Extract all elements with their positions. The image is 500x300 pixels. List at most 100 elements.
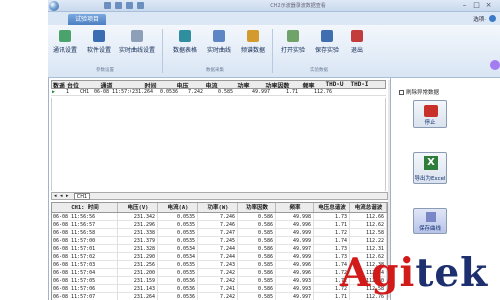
table-row[interactable]: 06-08 11:57:02 231.290 0.0534 7.244 0.586 49.… — [52, 253, 387, 261]
column-header[interactable]: 电压(V) — [118, 203, 158, 212]
row-cell: 0.0535 — [158, 269, 198, 276]
tab-experiment[interactable]: 试验项目 — [68, 14, 106, 25]
window-title: CH2示波器录波数据查看 — [270, 3, 326, 9]
row-cell: 0.585 — [238, 229, 276, 236]
column-header[interactable]: 电压 — [168, 81, 196, 88]
row-cell: 0.586 — [238, 245, 276, 252]
column-header[interactable]: THD-U — [322, 81, 346, 88]
data-table-button[interactable]: 数据表格 — [168, 30, 202, 54]
group-label-acquisition: 数据采集 — [206, 68, 224, 73]
column-header[interactable]: 台位 — [66, 81, 80, 88]
column-header[interactable]: 电流总谐波 — [350, 203, 387, 212]
column-header[interactable]: 频率 — [294, 81, 322, 88]
save-curve-button[interactable]: 保存曲线 — [413, 208, 447, 234]
exit-button[interactable]: 退出 — [340, 30, 374, 54]
ribbon-collapse-icon[interactable] — [490, 60, 500, 70]
row-cell: 231.143 — [118, 285, 158, 292]
row-cell: 7.242 — [198, 269, 238, 276]
table-row[interactable]: 06-08 11:56:57 231.296 0.0535 7.246 0.586 49.… — [52, 221, 387, 229]
open-experiment-button[interactable]: 打开实验 — [276, 30, 310, 54]
table-row[interactable]: 06-08 11:56:56 231.342 0.0535 7.246 0.586 49.… — [52, 213, 387, 221]
row-timestamp: 06-08 11:57:07 — [52, 293, 118, 300]
info-icon[interactable] — [489, 15, 496, 22]
column-header[interactable]: 功率因数 — [238, 203, 276, 212]
table-row[interactable]: 06-08 11:57:04 231.200 0.0535 7.242 0.586 49.… — [52, 269, 387, 277]
disk-icon — [321, 30, 333, 42]
row-cell: 0.586 — [238, 269, 276, 276]
table-row[interactable]: 06-08 11:56:58 231.338 0.0535 7.247 0.585 49.… — [52, 229, 387, 237]
group-label-experiment-data: 实验数据 — [310, 68, 328, 73]
column-header[interactable]: 功率因数 — [260, 81, 294, 88]
table-row[interactable]: 06-08 11:57:01 231.328 0.0534 7.244 0.586 49.… — [52, 245, 387, 253]
realtime-curve-button[interactable]: 实时曲线 — [202, 30, 236, 54]
table-row[interactable]: 06-08 11:57:06 231.143 0.0536 7.241 0.586 49.… — [52, 285, 387, 293]
ribbon-panel: 通讯设置 软件设置 实时曲线设置 数据表格 实时曲线 频谱数据 打开实验 保存实… — [48, 25, 500, 78]
column-header[interactable]: 通道 — [80, 81, 132, 88]
table-icon — [179, 30, 191, 42]
column-header[interactable]: 频率 — [276, 203, 314, 212]
row-cell: 49.996 — [276, 269, 314, 276]
spectrum-data-button[interactable]: 频谱数据 — [236, 30, 270, 54]
realtime-curve-settings-button[interactable]: 实时曲线设置 — [119, 30, 155, 54]
row-cell: 0.0535 — [158, 229, 198, 236]
exit-icon — [351, 30, 363, 42]
row-cell: 0.586 — [238, 213, 276, 220]
column-header[interactable]: CH1: 时间 — [52, 203, 118, 212]
stop-button[interactable]: 停止 — [413, 100, 447, 128]
remove-abnormal-checkbox[interactable]: 刷除异常数据 — [399, 88, 439, 96]
save-icon[interactable] — [104, 2, 111, 9]
column-header[interactable]: 时间 — [132, 81, 168, 88]
row-cell: 7.247 — [198, 229, 238, 236]
window-controls: – □ × — [461, 2, 492, 9]
row-cell: 1.73 — [314, 213, 350, 220]
row-cell: 49.993 — [276, 285, 314, 292]
group-separator — [272, 29, 273, 73]
table-row[interactable]: ▶ 1 CH1 06-08 11:57:08 231.264 0.0536 7.… — [51, 89, 386, 96]
row-cell: 1.71 — [314, 221, 350, 228]
row-cell: 7.241 — [198, 285, 238, 292]
tab-ch1[interactable]: CH1 — [74, 193, 90, 200]
print-icon[interactable] — [126, 2, 133, 9]
tab-first-icon[interactable]: ◂ — [54, 193, 57, 200]
column-header[interactable]: 数遥 — [52, 81, 66, 88]
table-row[interactable]: 06-08 11:57:00 231.379 0.0535 7.245 0.586 49.… — [52, 237, 387, 245]
tab-next-icon[interactable]: ▸ — [66, 193, 69, 200]
open-icon[interactable] — [115, 2, 122, 9]
minimize-icon[interactable]: – — [461, 2, 468, 9]
detail-table: CH1: 时间 电压(V) 电流(A) 功率(W) 功率因数 频率 电压总谐波 … — [51, 202, 388, 300]
column-header[interactable]: 功率 — [226, 81, 260, 88]
summary-empty-area — [51, 98, 386, 191]
column-header[interactable]: 电压总谐波 — [314, 203, 350, 212]
help-icon[interactable] — [137, 2, 144, 9]
row-cell: 7.242 — [198, 277, 238, 284]
row-indicator-icon: ▶ — [52, 89, 56, 95]
spectrum-icon — [247, 30, 259, 42]
maximize-icon[interactable]: □ — [473, 2, 480, 9]
export-excel-button[interactable]: X 导出为Excel — [413, 152, 447, 184]
close-icon[interactable]: × — [485, 2, 492, 9]
table-row[interactable]: 06-08 11:57:07 231.264 0.0536 7.242 0.585 49.… — [52, 293, 387, 300]
row-cell: 7.246 — [198, 221, 238, 228]
save-experiment-button[interactable]: 保存实验 — [310, 30, 344, 54]
column-header[interactable]: THD-I — [346, 81, 372, 88]
software-settings-button[interactable]: 软件设置 — [82, 30, 116, 54]
options-menu[interactable]: 选项· — [473, 15, 486, 23]
row-timestamp: 06-08 11:56:57 — [52, 221, 118, 228]
column-header[interactable]: 电流 — [196, 81, 226, 88]
logo-text: tek — [415, 250, 489, 296]
row-cell: 0.0535 — [158, 221, 198, 228]
comm-settings-button[interactable]: 通讯设置 — [48, 30, 82, 54]
row-cell: 112.58 — [350, 229, 387, 236]
row-cell: 231.328 — [118, 245, 158, 252]
column-header[interactable]: 功率(W) — [198, 203, 238, 212]
app-orb-icon[interactable] — [49, 1, 59, 11]
row-cell: 231.264 — [118, 293, 158, 300]
row-cell: 0.586 — [238, 285, 276, 292]
column-header[interactable]: 电流(A) — [158, 203, 198, 212]
tab-prev-icon[interactable]: ◂ — [60, 193, 63, 200]
table-row[interactable]: 06-08 11:57:03 231.256 0.0535 7.243 0.585 49.… — [52, 261, 387, 269]
row-cell: 0.0534 — [158, 245, 198, 252]
row-cell: 7.243 — [198, 261, 238, 268]
checkbox-icon[interactable] — [399, 89, 404, 95]
table-row[interactable]: 06-08 11:57:05 231.159 0.0536 7.242 0.585 49.… — [52, 277, 387, 285]
